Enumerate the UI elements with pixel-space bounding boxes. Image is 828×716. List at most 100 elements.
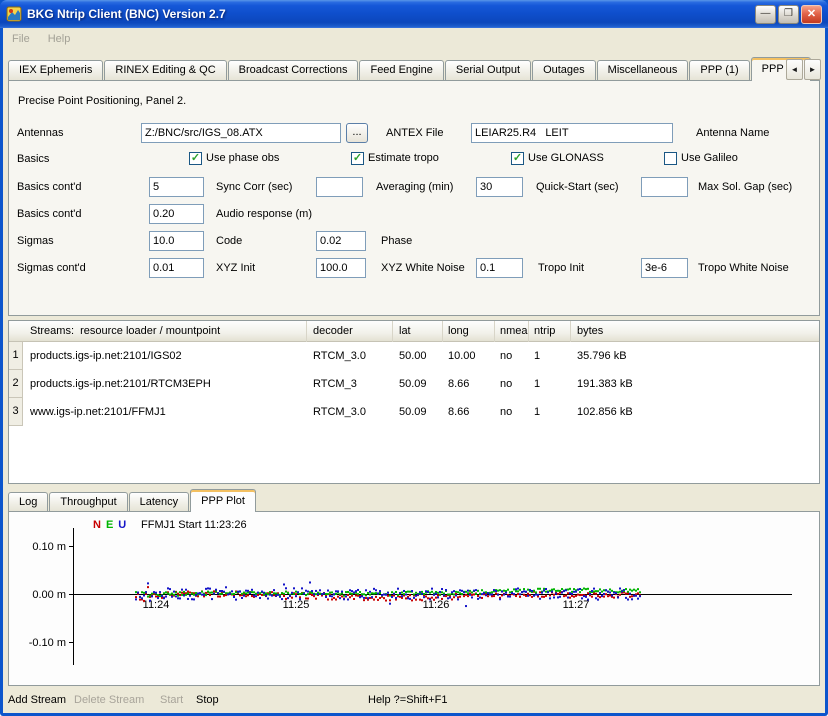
cell-lat[interactable]: 50.09: [399, 406, 427, 418]
cell-ntrip[interactable]: 1: [534, 406, 540, 418]
add-stream-button[interactable]: Add Stream: [8, 694, 66, 706]
help-shortcut-label: Help ?=Shift+F1: [368, 694, 448, 706]
svg-text:11:27: 11:27: [563, 599, 590, 611]
checkbox-box: ✓: [664, 152, 677, 165]
sigmas-label: Sigmas: [17, 235, 54, 247]
titlebar: BKG Ntrip Client (BNC) Version 2.7 — ❒ ✕: [0, 0, 828, 28]
cell-nmea[interactable]: no: [500, 378, 512, 390]
tab-throughput[interactable]: Throughput: [49, 492, 127, 511]
tab-miscellaneous[interactable]: Miscellaneous: [597, 60, 689, 80]
tab-ppp-plot[interactable]: PPP Plot: [190, 489, 256, 512]
stream-row-2[interactable]: 2 products.igs-ip.net:2101/RTCM3EPH RTCM…: [9, 370, 819, 398]
legend-up: U: [118, 519, 126, 531]
cell-ntrip[interactable]: 1: [534, 378, 540, 390]
ppp-plot-panel: 0.10 m0.00 m-0.10 m11:2411:2511:2611:27 …: [8, 511, 820, 686]
tab-log[interactable]: Log: [8, 492, 48, 511]
tropo-white-noise-label: Tropo White Noise: [698, 262, 789, 274]
max-sol-gap-input[interactable]: [641, 177, 688, 197]
cell-decoder[interactable]: RTCM_3: [313, 378, 357, 390]
sigma-phase-input[interactable]: [316, 231, 366, 251]
checkbox-label: Estimate tropo: [368, 152, 439, 164]
checkbox-box: ✓: [511, 152, 524, 165]
cell-bytes[interactable]: 35.796 kB: [577, 350, 627, 362]
quick-start-input[interactable]: [476, 177, 523, 197]
streams-table: Streams: resource loader / mountpoint de…: [8, 320, 820, 484]
tropo-white-noise-input[interactable]: [641, 258, 688, 278]
cell-long[interactable]: 8.66: [448, 406, 469, 418]
col-header-ntrip[interactable]: ntrip: [529, 321, 571, 342]
sigma-code-label: Code: [216, 235, 242, 247]
xyz-init-input[interactable]: [149, 258, 204, 278]
checkbox-box: ✓: [351, 152, 364, 165]
bnc-window: BKG Ntrip Client (BNC) Version 2.7 — ❒ ✕…: [0, 0, 828, 716]
cell-mountpoint[interactable]: products.igs-ip.net:2101/RTCM3EPH: [30, 378, 211, 390]
stream-row-1[interactable]: 1 products.igs-ip.net:2101/IGS02 RTCM_3.…: [9, 342, 819, 370]
tab-feed-engine[interactable]: Feed Engine: [359, 60, 443, 80]
cell-lat[interactable]: 50.09: [399, 378, 427, 390]
close-button[interactable]: ✕: [801, 5, 822, 24]
minimize-button[interactable]: —: [755, 5, 776, 24]
sigmas2-label: Sigmas cont'd: [17, 262, 86, 274]
quick-start-label: Quick-Start (sec): [536, 181, 619, 193]
col-header-decoder[interactable]: decoder: [307, 321, 393, 342]
cell-bytes[interactable]: 191.383 kB: [577, 378, 633, 390]
tropo-init-input[interactable]: [476, 258, 523, 278]
tab-scrollers: ◄ ►: [785, 59, 821, 80]
cell-ntrip[interactable]: 1: [534, 350, 540, 362]
tab-latency[interactable]: Latency: [129, 492, 190, 511]
cell-decoder[interactable]: RTCM_3.0: [313, 350, 366, 362]
tab-outages[interactable]: Outages: [532, 60, 596, 80]
col-header-lat[interactable]: lat: [393, 321, 443, 342]
plot-legend: N E U: [93, 519, 126, 531]
audio-response-input[interactable]: [149, 204, 204, 224]
cell-long[interactable]: 10.00: [448, 350, 476, 362]
cell-nmea[interactable]: no: [500, 350, 512, 362]
window-controls: — ❒ ✕: [753, 5, 822, 24]
antex-file-input[interactable]: [141, 123, 341, 143]
tab-ppp-1[interactable]: PPP (1): [689, 60, 749, 80]
col-header-long[interactable]: long: [443, 321, 495, 342]
checkbox-label: Use phase obs: [206, 152, 279, 164]
row-number[interactable]: 1: [9, 342, 23, 370]
tab-rinex-editing-qc[interactable]: RINEX Editing & QC: [104, 60, 226, 80]
col-header-nmea[interactable]: nmea: [495, 321, 529, 342]
sigma-code-input[interactable]: [149, 231, 204, 251]
tab-scroll-left-button[interactable]: ◄: [786, 59, 803, 80]
antenna-name-input[interactable]: [471, 123, 673, 143]
cell-bytes[interactable]: 102.856 kB: [577, 406, 633, 418]
checkbox-use-galileo[interactable]: ✓ Use Galileo: [664, 151, 738, 165]
checkbox-label: Use Galileo: [681, 152, 738, 164]
checkbox-estimate-tropo[interactable]: ✓ Estimate tropo: [351, 151, 439, 165]
cell-nmea[interactable]: no: [500, 406, 512, 418]
checkbox-box: ✓: [189, 152, 202, 165]
check-icon: ✓: [191, 153, 200, 164]
col-header-mountpoint[interactable]: Streams: resource loader / mountpoint: [9, 321, 307, 342]
cell-decoder[interactable]: RTCM_3.0: [313, 406, 366, 418]
stream-row-3[interactable]: 3 www.igs-ip.net:2101/FFMJ1 RTCM_3.0 50.…: [9, 398, 819, 426]
cell-mountpoint[interactable]: products.igs-ip.net:2101/IGS02: [30, 350, 182, 362]
menu-file[interactable]: File: [3, 30, 39, 48]
maximize-button[interactable]: ❒: [778, 5, 799, 24]
stop-button[interactable]: Stop: [196, 694, 219, 706]
checkbox-use-glonass[interactable]: ✓ Use GLONASS: [511, 151, 604, 165]
cell-mountpoint[interactable]: www.igs-ip.net:2101/FFMJ1: [30, 406, 166, 418]
sync-corr-input[interactable]: [149, 177, 204, 197]
legend-east: E: [106, 519, 113, 531]
menu-help[interactable]: Help: [39, 30, 80, 48]
tab-scroll-right-button[interactable]: ►: [804, 59, 821, 80]
row-number[interactable]: 3: [9, 398, 23, 426]
checkbox-use-phase-obs[interactable]: ✓ Use phase obs: [189, 151, 279, 165]
averaging-input[interactable]: [316, 177, 363, 197]
col-header-bytes[interactable]: bytes: [571, 321, 818, 342]
legend-north: N: [93, 519, 101, 531]
cell-lat[interactable]: 50.00: [399, 350, 427, 362]
browse-button[interactable]: ...: [346, 123, 368, 143]
tab-rinex-ephemeris[interactable]: IEX Ephemeris: [8, 60, 103, 80]
tab-broadcast-corrections[interactable]: Broadcast Corrections: [228, 60, 359, 80]
delete-stream-button[interactable]: Delete Stream: [74, 694, 144, 706]
tab-serial-output[interactable]: Serial Output: [445, 60, 531, 80]
start-button[interactable]: Start: [160, 694, 183, 706]
xyz-white-noise-input[interactable]: [316, 258, 366, 278]
row-number[interactable]: 2: [9, 370, 23, 398]
cell-long[interactable]: 8.66: [448, 378, 469, 390]
